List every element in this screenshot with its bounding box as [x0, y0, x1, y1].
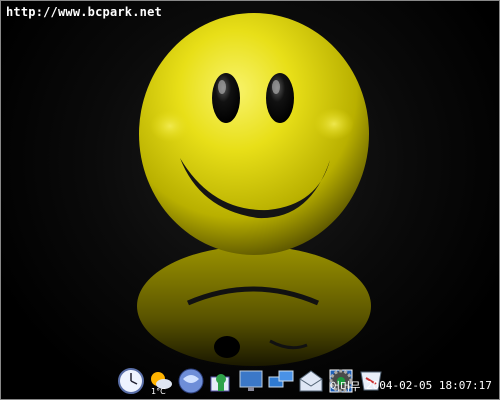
mail-icon[interactable] — [296, 366, 326, 396]
watermark-url: http://www.bcpark.net — [6, 5, 162, 19]
smiley-reflection — [137, 246, 371, 366]
browser-globe-icon[interactable] — [176, 366, 206, 396]
clock-text: 2004-02-05 18:07:17 — [366, 379, 492, 392]
desktop: http://www.bcpark.net 1°C 어머무 2004-02-05… — [0, 0, 500, 400]
smiley-wallpaper — [137, 13, 371, 366]
network-icon[interactable] — [266, 366, 296, 396]
messenger-icon[interactable] — [206, 366, 236, 396]
dock-korean-label: 어머무 — [330, 380, 361, 393]
weather-temperature: 1°C — [151, 387, 166, 396]
display-icon[interactable] — [236, 366, 266, 396]
right-eye — [266, 73, 294, 123]
clock-icon[interactable] — [116, 366, 146, 396]
left-eye — [212, 73, 240, 123]
smiley-face — [139, 13, 369, 255]
